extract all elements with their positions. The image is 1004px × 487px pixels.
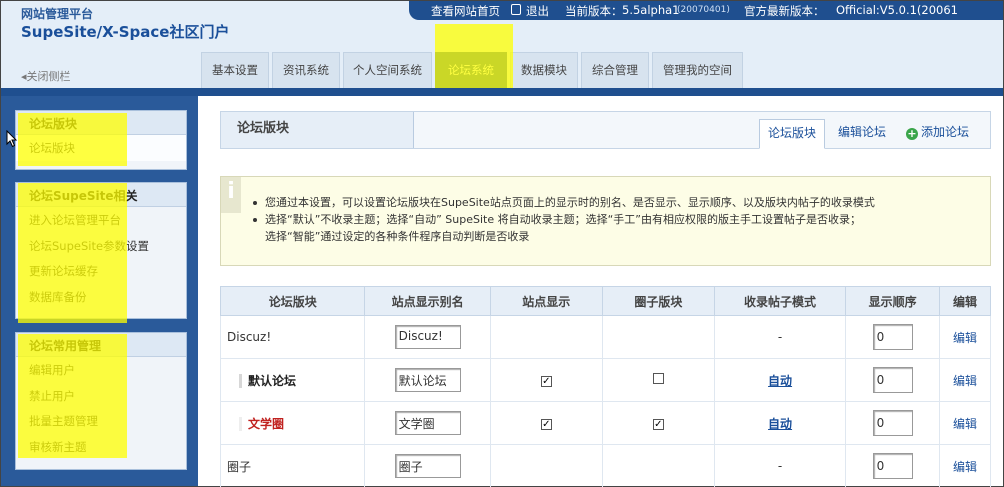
mode-value: -: [713, 444, 847, 487]
sidebar-panel-supesite: 论坛SupeSite相关 进入论坛管理平台 论坛SupeSite参数设置 更新论…: [15, 182, 187, 319]
add-icon: +: [906, 127, 918, 140]
column-header: 收录帖子模式: [713, 286, 847, 316]
brand-subtitle: 网站管理平台: [21, 7, 94, 21]
logout-icon: [511, 4, 521, 15]
sidebar-item-batch-threads[interactable]: 批量主题管理: [16, 408, 186, 434]
latest-version: Official:V5.0.1(20061: [836, 3, 959, 17]
logout-link[interactable]: 退出: [526, 3, 549, 19]
tab-basic-settings[interactable]: 基本设置: [201, 52, 269, 89]
order-input[interactable]: 0: [872, 453, 913, 479]
view-site-link[interactable]: 查看网站首页: [431, 3, 500, 19]
notice-box: i 您通过本设置，可以设置论坛版块在SupeSite站点页面上的显示时的别名、是…: [220, 176, 991, 266]
group-checkbox[interactable]: ✓: [652, 419, 664, 430]
sidebar-panel-title: 论坛常用管理: [16, 333, 186, 357]
site-show-checkbox[interactable]: ✓: [540, 376, 552, 387]
column-header: 论坛版块: [219, 286, 366, 316]
sidebar-item-enter-forum-admin[interactable]: 进入论坛管理平台: [16, 207, 186, 233]
column-header: 显示顺序: [845, 286, 941, 316]
column-header: 站点显示别名: [364, 286, 491, 316]
table-row: Discuz! Discuz! - 0 编辑: [219, 315, 991, 359]
forum-table: 论坛版块 站点显示别名 站点显示 圈子版块 收录帖子模式 显示顺序 编辑 Dis…: [219, 286, 991, 487]
forum-name: Discuz!: [219, 315, 366, 359]
sidebar-panel-title: 论坛版块: [16, 111, 186, 135]
sidebar: 论坛版块 论坛版块 论坛SupeSite相关 进入论坛管理平台 论坛SupeSi…: [1, 96, 198, 486]
current-version: 5.5alpha1: [622, 3, 680, 17]
order-input[interactable]: 0: [872, 410, 913, 436]
info-icon: i: [221, 177, 241, 213]
alias-input[interactable]: 默认论坛: [394, 368, 461, 392]
notice-item: 选择“智能”通过设定的各种条件程序自动判断是否收录: [265, 230, 530, 243]
subtab-add-forum[interactable]: + 添加论坛: [906, 119, 969, 149]
alias-input[interactable]: 圈子: [394, 454, 461, 478]
tab-forum-system[interactable]: 论坛系统: [435, 52, 507, 89]
table-header-row: 论坛版块 站点显示别名 站点显示 圈子版块 收录帖子模式 显示顺序 编辑: [219, 286, 991, 316]
header-band: [1, 88, 1003, 96]
sidebar-item-update-cache[interactable]: 更新论坛缓存: [16, 258, 186, 284]
tab-news-system[interactable]: 资讯系统: [272, 52, 340, 89]
notice-item: 选择“默认”不收录主题；选择“自动” SupeSite 将自动收录主题；选择“手…: [253, 211, 875, 228]
page-title: 论坛版块: [221, 112, 414, 148]
top-bar: 查看网站首页 退出 当前版本： 5.5alpha1 (20070401) 官方最…: [409, 1, 1003, 20]
table-row: 文学圈 文学圈 ✓ ✓ 自动 0 编辑: [219, 401, 991, 445]
tab-data-module[interactable]: 数据模块: [510, 52, 578, 89]
main-content: 论坛版块 论坛版块 编辑论坛 + 添加论坛 i 您通过本设置，可以设置论坛版块在S…: [200, 96, 1003, 487]
brand-title: SupeSite/X-Space社区门户: [21, 23, 230, 41]
sidebar-item-db-backup[interactable]: 数据库备份: [16, 284, 186, 310]
mouse-cursor-icon: [6, 130, 18, 148]
edit-link[interactable]: 编辑: [953, 331, 977, 345]
current-version-label: 当前版本：: [565, 4, 623, 18]
alias-input[interactable]: Discuz!: [394, 325, 461, 349]
forum-name: 默认论坛: [248, 373, 297, 388]
sidebar-item-edit-users[interactable]: 编辑用户: [16, 357, 186, 383]
sidebar-item-supesite-params[interactable]: 论坛SupeSite参数设置: [16, 233, 186, 259]
header: 网站管理平台 SupeSite/X-Space社区门户 查看网站首页 退出 当前…: [1, 1, 1003, 89]
mode-value: -: [713, 315, 847, 359]
edit-link[interactable]: 编辑: [953, 417, 977, 431]
table-row: 圈子 圈子 - 0 编辑: [219, 444, 991, 487]
close-sidebar-link[interactable]: ◂关闭侧栏: [21, 68, 71, 84]
mode-link[interactable]: 自动: [768, 417, 792, 431]
group-checkbox[interactable]: [652, 373, 664, 384]
tab-manage-my-space[interactable]: 管理我的空间: [652, 52, 743, 89]
forum-name: 圈子: [219, 444, 366, 487]
notice-item: 您通过本设置，可以设置论坛版块在SupeSite站点页面上的显示时的别名、是否显…: [253, 196, 875, 209]
sidebar-panel-forum-boards: 论坛版块 论坛版块: [15, 110, 187, 170]
column-header: 圈子版块: [601, 286, 715, 316]
forum-name: 文学圈: [248, 416, 285, 431]
subtab-edit-forum[interactable]: 编辑论坛: [838, 119, 886, 149]
sidebar-item-forum-boards[interactable]: 论坛版块: [16, 135, 186, 161]
tree-indent-marker: [239, 373, 242, 388]
sidebar-item-ban-users[interactable]: 禁止用户: [16, 383, 186, 409]
sidebar-panel-common: 论坛常用管理 编辑用户 禁止用户 批量主题管理 审核新主题: [15, 332, 187, 470]
order-input[interactable]: 0: [872, 367, 913, 393]
mode-link[interactable]: 自动: [768, 374, 792, 388]
tab-personal-space[interactable]: 个人空间系统: [343, 52, 432, 89]
content-toolbar: 论坛版块 论坛版块 编辑论坛 + 添加论坛: [220, 111, 991, 149]
notice-list: 您通过本设置，可以设置论坛版块在SupeSite站点页面上的显示时的别名、是否显…: [253, 194, 875, 245]
current-build: (20070401): [677, 5, 730, 15]
tree-indent-marker: [239, 416, 242, 431]
column-header: 编辑: [939, 286, 991, 316]
edit-link[interactable]: 编辑: [953, 460, 977, 474]
sidebar-item-review-threads[interactable]: 审核新主题: [16, 434, 186, 460]
site-show-checkbox[interactable]: ✓: [540, 419, 552, 430]
subtab-forum-boards[interactable]: 论坛版块: [759, 119, 826, 149]
table-row: 默认论坛 默认论坛 ✓ 自动 0 编辑: [219, 358, 991, 402]
sidebar-panel-title: 论坛SupeSite相关: [16, 183, 186, 207]
column-header: 站点显示: [489, 286, 603, 316]
alias-input[interactable]: 文学圈: [394, 411, 461, 435]
latest-version-label: 官方最新版本：: [744, 4, 825, 18]
order-input[interactable]: 0: [872, 324, 913, 350]
subtab-add-forum-label: 添加论坛: [921, 125, 970, 139]
tab-general-management[interactable]: 综合管理: [581, 52, 649, 89]
edit-link[interactable]: 编辑: [953, 374, 977, 388]
